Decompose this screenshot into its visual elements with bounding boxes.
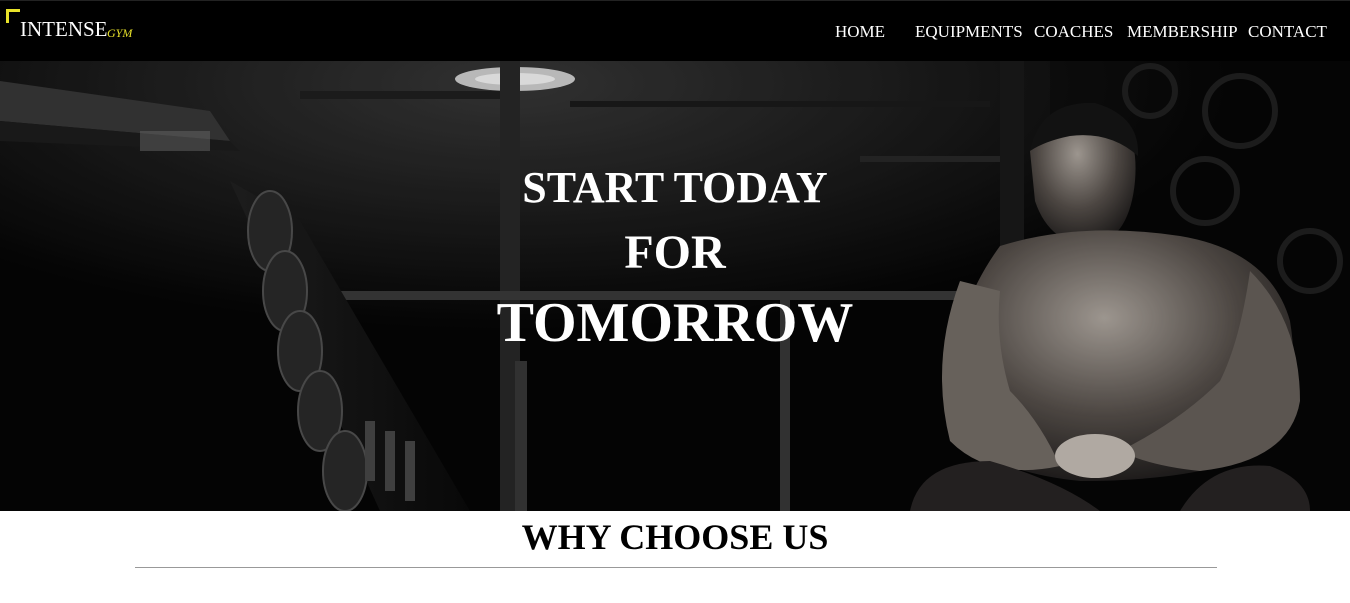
- hero-background-image: [0, 61, 1350, 511]
- nav-item-membership[interactable]: MEMBERSHIP: [1127, 22, 1238, 42]
- site-header: INTENSE GYM HOME EQUIPMENTS COACHES MEMB…: [0, 0, 1350, 61]
- nav-item-coaches[interactable]: COACHES: [1034, 22, 1113, 42]
- logo-tag: GYM: [107, 26, 133, 40]
- hero-line-1: START TODAY: [522, 163, 828, 212]
- section-divider: [135, 567, 1217, 568]
- nav-item-equipments[interactable]: EQUIPMENTS: [915, 22, 1023, 42]
- logo-name: INTENSE: [20, 17, 108, 41]
- hero-banner: START TODAY FOR TOMORROW: [0, 61, 1350, 511]
- logo-bracket-icon: [6, 9, 20, 23]
- nav-item-contact[interactable]: CONTACT: [1248, 22, 1327, 42]
- nav-item-home[interactable]: HOME: [835, 22, 885, 42]
- section-title: WHY CHOOSE US: [521, 517, 829, 557]
- hero-line-2: FOR: [624, 226, 726, 279]
- hero-line-3: TOMORROW: [496, 292, 854, 354]
